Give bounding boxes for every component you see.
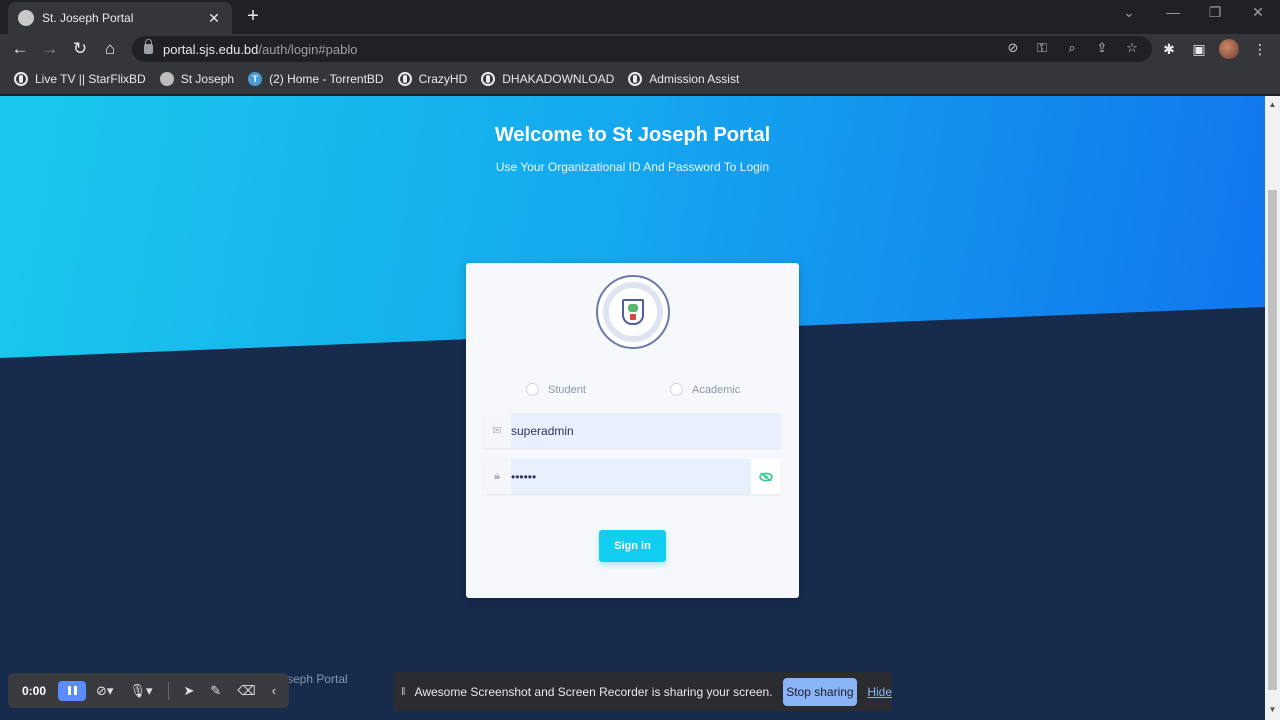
tab-title: St. Joseph Portal <box>42 11 134 25</box>
back-icon[interactable]: ← <box>8 37 32 61</box>
globe-icon <box>481 72 496 86</box>
collapse-icon[interactable]: ‹ <box>272 683 276 698</box>
recorder-widget: 0:00 ⊘▾ 🎙︎▾ ➤ ✎ ⌫ ‹ <box>8 673 289 708</box>
globe-icon <box>628 72 643 86</box>
school-logo <box>596 275 670 349</box>
close-tab-icon[interactable]: ✕ <box>206 10 222 27</box>
scroll-up-icon[interactable]: ▲ <box>1265 98 1280 112</box>
sjs-favicon-icon <box>159 72 174 86</box>
password-input[interactable]: •••••• <box>511 470 751 484</box>
envelope-icon: ✉ <box>483 413 511 448</box>
hide-link[interactable]: Hide <box>867 685 892 699</box>
globe-icon <box>14 72 28 86</box>
scroll-down-icon[interactable]: ▼ <box>1265 703 1280 717</box>
login-card: Student Academic ✉ 🔒︎ •••••• Sign in <box>466 263 799 598</box>
bookmark-item[interactable]: CrazyHD <box>397 72 467 86</box>
stop-sharing-button[interactable]: Stop sharing <box>782 677 858 706</box>
footer-text: seph Portal <box>287 672 348 686</box>
side-panel-icon[interactable]: ▣ <box>1190 40 1208 58</box>
page-viewport: Welcome to St Joseph Portal Use Your Org… <box>0 96 1265 720</box>
username-field[interactable]: ✉ <box>483 413 781 448</box>
cursor-icon[interactable]: ➤ <box>183 683 194 699</box>
bookmark-item[interactable]: Live TV || StarFlixBD <box>14 72 146 86</box>
pen-icon[interactable]: ✎ <box>210 683 221 699</box>
radio-academic[interactable] <box>670 383 683 396</box>
extensions-icon[interactable]: ✱ <box>1160 40 1178 58</box>
page-title: Welcome to St Joseph Portal <box>494 124 771 146</box>
share-icon[interactable]: ⇪ <box>1094 40 1110 56</box>
menu-icon[interactable]: ⋮ <box>1251 40 1269 58</box>
tab-search-icon[interactable]: ⌄ <box>1114 4 1144 21</box>
scrollbar-thumb[interactable] <box>1268 190 1277 690</box>
role-student-option[interactable]: Student <box>526 383 586 396</box>
zoom-icon[interactable]: ⌕ <box>1064 40 1080 56</box>
radio-student-label: Student <box>548 383 586 396</box>
screen-share-bar: ‖ Awesome Screenshot and Screen Recorder… <box>393 672 892 711</box>
sjs-favicon-icon <box>18 10 34 26</box>
bookmark-star-icon[interactable]: ☆ <box>1124 40 1140 56</box>
window-close-button[interactable]: ✕ <box>1243 4 1273 21</box>
url-path: /auth/login#pablo <box>258 41 358 57</box>
password-field[interactable]: 🔒︎ •••••• <box>483 459 781 494</box>
forward-icon[interactable]: → <box>38 37 62 61</box>
browser-tab[interactable]: St. Joseph Portal ✕ <box>8 2 232 34</box>
bookmark-item[interactable]: Admission Assist <box>628 72 739 86</box>
key-icon[interactable]: ⚿ <box>1034 40 1050 56</box>
lock-icon[interactable] <box>144 39 153 54</box>
role-academic-option[interactable]: Academic <box>670 383 740 396</box>
sign-in-button[interactable]: Sign in <box>599 530 666 562</box>
address-bar[interactable]: portal.sjs.edu.bd/auth/login#pablo <box>132 36 1152 62</box>
lock-icon: 🔒︎ <box>483 459 511 494</box>
browser-tabstrip: St. Joseph Portal ✕ + ⌄ — ❐ ✕ <box>0 0 1280 34</box>
pause-icon: ‖ <box>401 685 406 698</box>
torrentbd-icon: T <box>248 72 263 86</box>
bookmarks-bar: Live TV || StarFlixBD St Joseph T (2) Hom… <box>0 64 1280 94</box>
bookmark-item[interactable]: T (2) Home - TorrentBD <box>248 72 384 86</box>
recording-time: 0:00 <box>22 683 47 698</box>
home-icon[interactable]: ⌂ <box>98 37 122 61</box>
page-scrollbar[interactable]: ▲ ▼ <box>1265 96 1280 720</box>
minimize-button[interactable]: — <box>1158 4 1188 20</box>
bookmark-item[interactable]: St Joseph <box>159 72 234 86</box>
blocked-content-icon[interactable]: ⊘ <box>1005 40 1021 56</box>
crest-icon <box>622 299 644 325</box>
camera-off-icon[interactable]: ⊘▾ <box>96 683 113 699</box>
bookmark-item[interactable]: DHAKADOWNLOAD <box>481 72 614 86</box>
radio-academic-label: Academic <box>692 383 741 396</box>
mic-off-icon[interactable]: 🎙︎▾ <box>129 683 152 699</box>
eraser-icon[interactable]: ⌫ <box>237 683 255 699</box>
page-subtitle: Use Your Organizational ID And Password … <box>495 160 770 174</box>
url-host: portal.sjs.edu.bd <box>163 41 259 57</box>
share-message: Awesome Screenshot and Screen Recorder i… <box>414 684 773 699</box>
profile-avatar[interactable] <box>1219 39 1239 59</box>
username-input[interactable] <box>511 423 781 438</box>
restore-button[interactable]: ❐ <box>1200 4 1230 21</box>
new-tab-button[interactable]: + <box>243 5 263 28</box>
pause-recording-button[interactable] <box>58 680 87 701</box>
reload-icon[interactable]: ↻ <box>68 37 92 61</box>
globe-icon <box>397 72 412 86</box>
radio-student[interactable] <box>526 383 539 396</box>
toggle-password-visibility-icon[interactable] <box>751 459 781 494</box>
browser-toolbar: ← → ↻ ⌂ portal.sjs.edu.bd/auth/login#pab… <box>0 34 1280 64</box>
